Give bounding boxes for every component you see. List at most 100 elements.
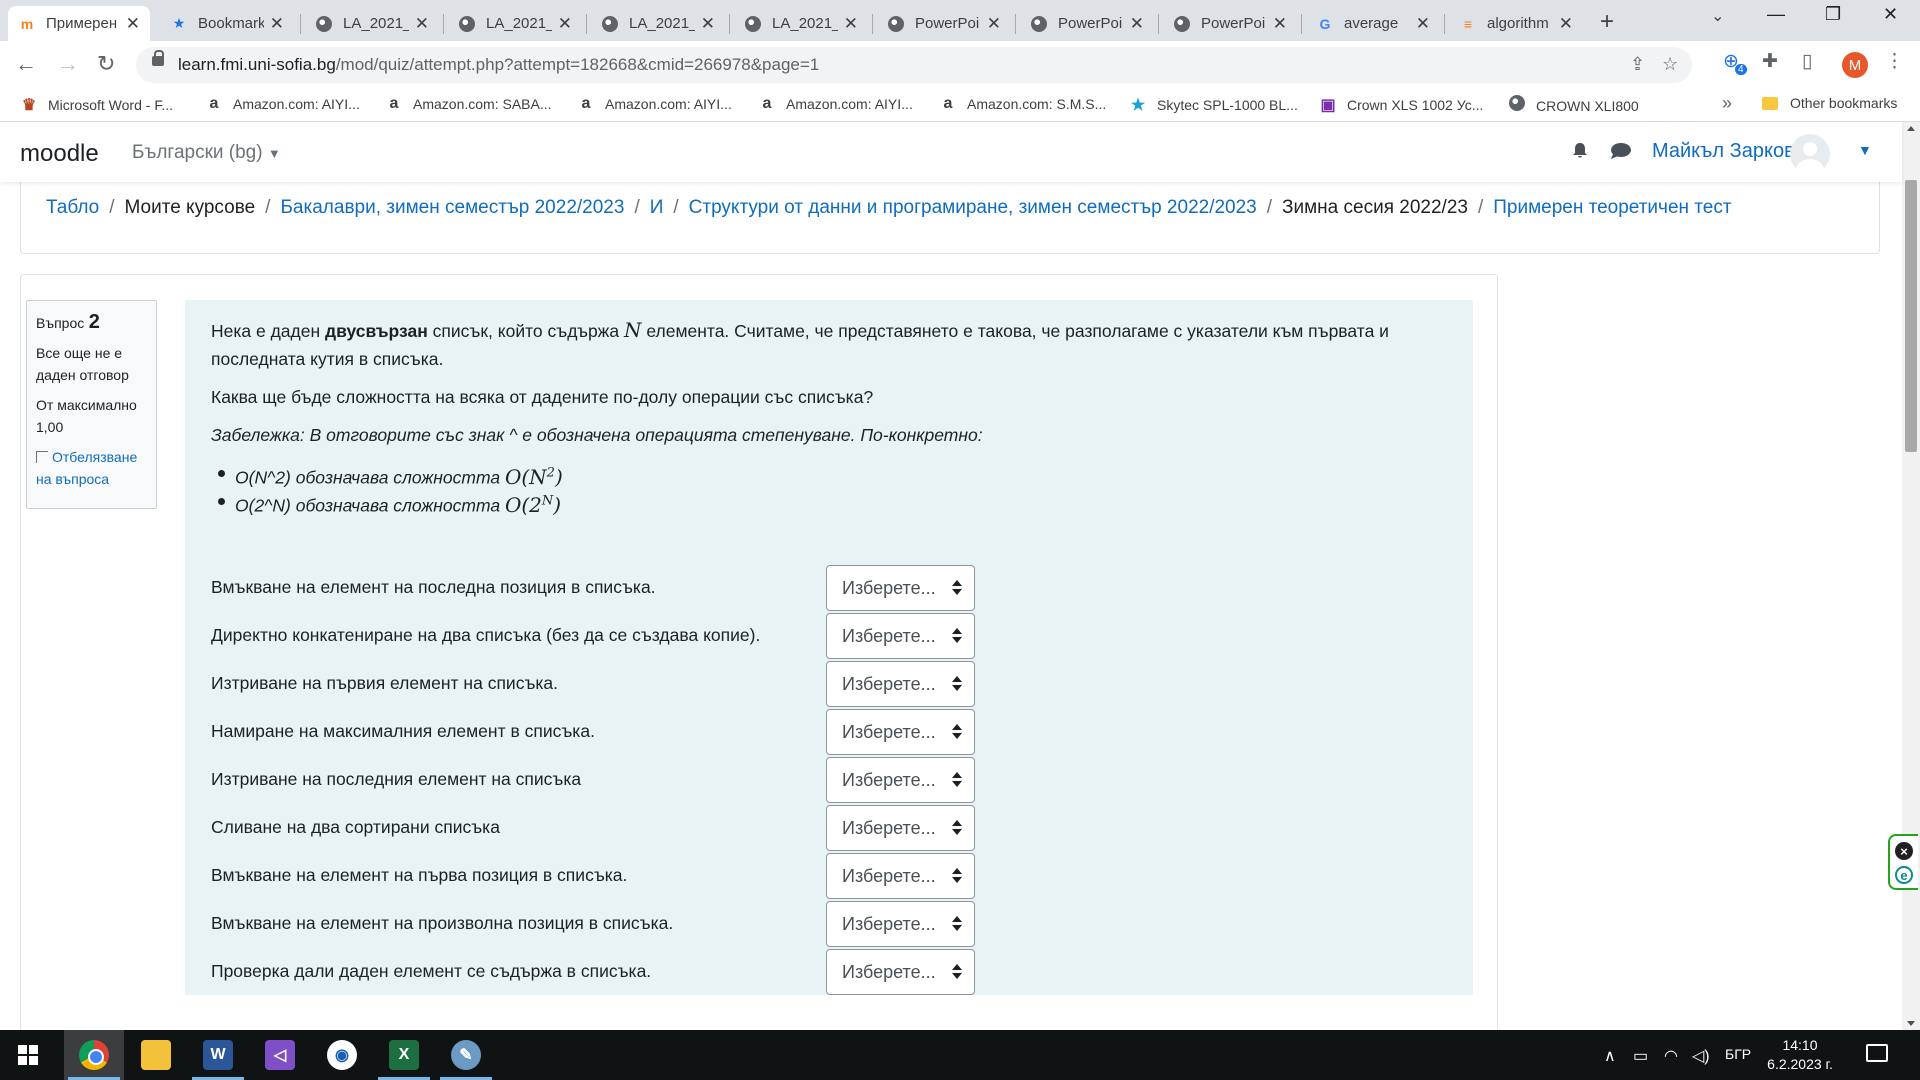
- answer-row-label: Сливане на два сортирани списъка: [211, 817, 500, 837]
- tab-item[interactable]: LA_2021_ ✕: [591, 6, 725, 41]
- flag-question-link[interactable]: Отбелязване на въпроса: [36, 446, 147, 490]
- volume-icon[interactable]: ◁): [1692, 1046, 1710, 1066]
- chat-icon[interactable]: [1610, 142, 1632, 160]
- scroll-up-icon[interactable]: [1907, 126, 1915, 131]
- taskbar-chrome[interactable]: [64, 1030, 124, 1080]
- tab-item[interactable]: LA_2021_ ✕: [448, 6, 582, 41]
- input-language[interactable]: БГР: [1725, 1046, 1751, 1062]
- tab-item[interactable]: G average ✕: [1306, 6, 1440, 41]
- bookmark-star-icon[interactable]: ☆: [1662, 54, 1678, 75]
- bell-icon[interactable]: [1571, 142, 1589, 160]
- clock[interactable]: 14:10 6.2.2023 г.: [1760, 1036, 1840, 1074]
- bookmark-item[interactable]: CROWN XLI800: [1508, 95, 1639, 116]
- breadcrumb-link[interactable]: Бакалаври, зимен семестър 2022/2023: [280, 197, 624, 218]
- complexity-select[interactable]: Изберете...: [826, 565, 975, 611]
- breadcrumb-link[interactable]: Структури от данни и програмиране, зимен…: [689, 197, 1257, 218]
- bookmark-item[interactable]: a Amazon.com: AIYI...: [758, 95, 913, 113]
- profile-avatar[interactable]: M: [1842, 52, 1868, 78]
- lock-icon[interactable]: [152, 50, 164, 66]
- battery-icon[interactable]: ▭: [1633, 1046, 1648, 1066]
- side-panel-icon[interactable]: ▯: [1802, 50, 1812, 73]
- note-item-text: O(2^N) обозначава сложността: [235, 495, 505, 516]
- tray-chevron-icon[interactable]: ∧: [1604, 1046, 1616, 1066]
- bookmark-item[interactable]: a Amazon.com: AIYI...: [205, 95, 360, 113]
- new-tab-button[interactable]: +: [1600, 8, 1614, 36]
- share-icon[interactable]: ⇪: [1630, 54, 1645, 75]
- tab-item[interactable]: ≡ algorithm ✕: [1449, 6, 1583, 41]
- moodle-logo[interactable]: moodle: [20, 140, 99, 168]
- math-base: O(N: [504, 464, 547, 489]
- scroll-thumb[interactable]: [1905, 180, 1917, 452]
- widget-close-icon[interactable]: ×: [1895, 842, 1913, 860]
- close-icon[interactable]: ✕: [987, 14, 1001, 34]
- breadcrumb-link[interactable]: Табло: [46, 197, 99, 218]
- tab-item[interactable]: PowerPoi ✕: [1163, 6, 1297, 41]
- tab-search-chevron-icon[interactable]: ⌄: [1711, 6, 1724, 26]
- complexity-select[interactable]: Изберете...: [826, 901, 975, 947]
- complexity-select[interactable]: Изберете...: [826, 757, 975, 803]
- close-icon[interactable]: ✕: [844, 14, 858, 34]
- breadcrumb-link[interactable]: И: [650, 197, 664, 218]
- minimize-icon[interactable]: —: [1767, 4, 1785, 25]
- bookmark-item[interactable]: a Amazon.com: SABA...: [385, 95, 552, 113]
- caret-down-icon[interactable]: ▼: [1858, 142, 1872, 158]
- taskbar-file-explorer[interactable]: [126, 1030, 186, 1080]
- bookmark-item[interactable]: a Amazon.com: AIYI...: [577, 95, 732, 113]
- tab-item[interactable]: ★ Bookmarks ✕: [160, 6, 294, 41]
- reload-icon[interactable]: ↻: [97, 51, 115, 77]
- puzzle-icon[interactable]: ✚: [1762, 50, 1778, 73]
- close-icon[interactable]: ✕: [126, 14, 140, 34]
- bookmark-item[interactable]: a Amazon.com: S.M.S...: [939, 95, 1107, 113]
- scroll-down-icon[interactable]: [1907, 1021, 1915, 1026]
- answer-row: Вмъкване на елемент на последна позиция …: [211, 565, 1451, 611]
- wifi-icon[interactable]: ◠: [1664, 1046, 1678, 1066]
- extension-badge: 4: [1735, 64, 1747, 75]
- close-icon[interactable]: ✕: [558, 14, 572, 34]
- tab-item[interactable]: PowerPoi ✕: [1020, 6, 1154, 41]
- tab-item[interactable]: LA_2021_ ✕: [734, 6, 868, 41]
- language-menu[interactable]: Български (bg) ▼: [132, 142, 281, 164]
- bookmark-item[interactable]: ♛ Microsoft Word - F...: [20, 95, 173, 115]
- close-icon[interactable]: ✕: [1416, 14, 1430, 34]
- widget-e-icon[interactable]: e: [1895, 866, 1913, 884]
- tab-item[interactable]: LA_2021_ ✕: [305, 6, 439, 41]
- complexity-select[interactable]: Изберете...: [826, 949, 975, 995]
- taskbar-word[interactable]: W: [188, 1030, 248, 1080]
- back-icon[interactable]: ←: [15, 51, 37, 77]
- windows-start-icon[interactable]: [18, 1045, 38, 1065]
- complexity-select[interactable]: Изберете...: [826, 805, 975, 851]
- bookmark-label: Amazon.com: AIYI...: [786, 96, 913, 112]
- complexity-select[interactable]: Изберете...: [826, 661, 975, 707]
- close-icon[interactable]: ✕: [415, 14, 429, 34]
- complexity-select[interactable]: Изберете...: [826, 853, 975, 899]
- address-bar[interactable]: learn.fmi.uni-sofia.bg/mod/quiz/attempt.…: [136, 47, 1692, 83]
- bookmarks-overflow-icon[interactable]: »: [1722, 93, 1732, 114]
- taskbar-app[interactable]: ◉: [312, 1030, 372, 1080]
- close-icon[interactable]: ✕: [1273, 14, 1287, 34]
- tab-item[interactable]: PowerPoi ✕: [877, 6, 1011, 41]
- forward-icon[interactable]: →: [57, 51, 79, 77]
- taskbar-visual-studio[interactable]: ◁: [250, 1030, 310, 1080]
- window-close-icon[interactable]: ✕: [1883, 4, 1898, 25]
- close-icon[interactable]: ✕: [1130, 14, 1144, 34]
- menu-kebab-icon[interactable]: ⋮: [1885, 50, 1904, 73]
- taskbar-paint[interactable]: ✎: [436, 1030, 496, 1080]
- math-expression: O(2N): [505, 493, 561, 517]
- taskbar-excel[interactable]: X: [374, 1030, 434, 1080]
- page-scrollbar[interactable]: [1902, 122, 1920, 1030]
- close-icon[interactable]: ✕: [701, 14, 715, 34]
- close-icon[interactable]: ✕: [270, 14, 284, 34]
- avatar[interactable]: [1790, 134, 1830, 174]
- notification-icon[interactable]: [1866, 1044, 1888, 1062]
- tab-active[interactable]: m Примерен ✕: [8, 6, 150, 41]
- bookmark-item[interactable]: ★ Skytec SPL-1000 BL...: [1129, 95, 1298, 115]
- bookmark-item[interactable]: ▣ Crown XLS 1002 Ус...: [1319, 95, 1483, 115]
- breadcrumb-link[interactable]: Примерен теоретичен тест: [1493, 197, 1731, 218]
- other-bookmarks[interactable]: Other bookmarks: [1762, 95, 1897, 111]
- close-icon[interactable]: ✕: [1559, 14, 1573, 34]
- complexity-select[interactable]: Изберете...: [826, 709, 975, 755]
- user-name[interactable]: Майкъл Зарков: [1652, 140, 1795, 163]
- restore-icon[interactable]: ❐: [1825, 4, 1841, 25]
- complexity-select[interactable]: Изберете...: [826, 613, 975, 659]
- stackoverflow-icon: ≡: [1463, 15, 1473, 32]
